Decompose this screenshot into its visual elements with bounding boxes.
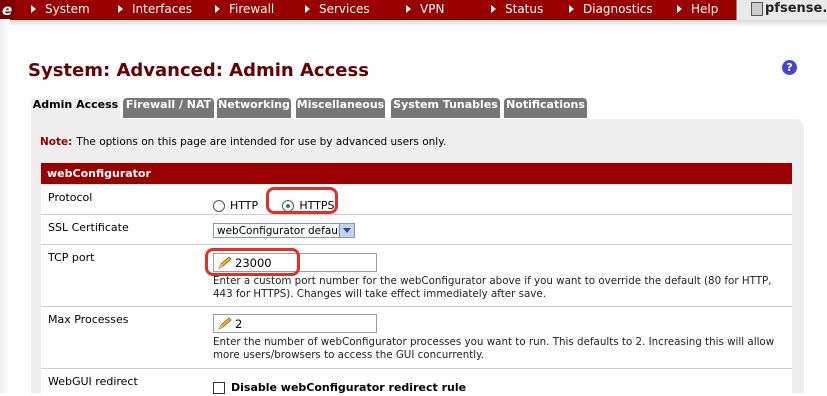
- nav-item-services[interactable]: Services: [305, 0, 370, 19]
- note-text: The options on this page are intended fo…: [76, 136, 447, 148]
- hostname-label: pfsense.s: [765, 1, 827, 16]
- tcp-port-label: TCP port: [48, 251, 95, 264]
- tcp-port-row: TCP port 23000 Enter a custom port numbe…: [41, 245, 792, 307]
- nav-item-system[interactable]: System: [31, 0, 90, 19]
- max-processes-label: Max Processes: [48, 313, 129, 326]
- ssl-certificate-select[interactable]: webConfigurator default: [213, 223, 355, 238]
- nav-item-interfaces[interactable]: Interfaces: [118, 0, 192, 19]
- tcp-port-help: Enter a custom port number for the webCo…: [213, 275, 772, 300]
- protocol-http-label: HTTP: [230, 199, 259, 212]
- section-header-webconfigurator: webConfigurator: [41, 163, 792, 184]
- nav-item-firewall[interactable]: Firewall: [215, 0, 274, 19]
- max-processes-help: Enter the number of webConfigurator proc…: [213, 336, 775, 361]
- ssl-certificate-label: SSL Certificate: [48, 221, 129, 234]
- webgui-redirect-label: WebGUI redirect: [48, 375, 138, 388]
- nav-item-help[interactable]: Help: [677, 0, 718, 19]
- tab-networking[interactable]: Networking: [217, 98, 291, 118]
- note: Note: The options on this page are intend…: [40, 136, 446, 148]
- page-title: System: Advanced: Admin Access: [28, 60, 369, 81]
- help-icon[interactable]: ?: [782, 60, 797, 75]
- nav-arrow-icon: [491, 5, 496, 13]
- tab-notifications[interactable]: Notifications: [504, 98, 587, 118]
- nav-arrow-icon: [569, 5, 574, 13]
- tcp-port-highlight: [205, 248, 300, 276]
- https-highlight: [266, 187, 338, 214]
- note-label: Note:: [40, 136, 73, 148]
- nav-item-vpn[interactable]: VPN: [406, 0, 444, 19]
- hostname-tab: pfsense.s: [736, 0, 827, 22]
- protocol-http-radio[interactable]: [213, 199, 225, 212]
- nav-arrow-icon: [118, 5, 123, 13]
- top-nav-bar: e System Interfaces Firewall Services VP…: [0, 0, 827, 30]
- nav-item-status[interactable]: Status: [491, 0, 543, 19]
- ssl-certificate-value: webConfigurator default: [217, 225, 345, 237]
- tab-admin-access[interactable]: Admin Access: [31, 98, 120, 120]
- pencil-icon: [218, 317, 232, 330]
- nav-arrow-icon: [215, 5, 220, 13]
- nav-arrow-icon: [677, 5, 682, 13]
- tab-firewall-nat[interactable]: Firewall / NAT: [123, 98, 214, 118]
- nav-item-diagnostics[interactable]: Diagnostics: [569, 0, 653, 19]
- nav-arrow-icon: [31, 5, 36, 13]
- disable-redirect-checkbox[interactable]: [213, 381, 225, 394]
- nav-arrow-icon: [305, 5, 310, 13]
- tab-miscellaneous[interactable]: Miscellaneous: [296, 98, 385, 118]
- chevron-down-icon[interactable]: [339, 224, 354, 237]
- server-icon: [751, 2, 763, 16]
- max-processes-input[interactable]: 2: [213, 314, 377, 333]
- header-shadow: [0, 20, 827, 27]
- max-processes-value: 2: [235, 317, 243, 331]
- disable-redirect-label[interactable]: Disable webConfigurator redirect rule: [231, 381, 466, 394]
- webgui-redirect-field: Disable webConfigurator redirect rule: [213, 377, 466, 396]
- left-edge: [0, 19, 10, 393]
- nav-arrow-icon: [406, 5, 411, 13]
- ssl-certificate-row: SSL Certificate webConfigurator default: [41, 215, 792, 245]
- protocol-row: Protocol HTTP HTTPS: [41, 185, 792, 215]
- max-processes-row: Max Processes 2 Enter the number of webC…: [41, 307, 792, 369]
- tab-system-tunables[interactable]: System Tunables: [391, 98, 500, 118]
- protocol-label: Protocol: [48, 191, 93, 204]
- webgui-redirect-row: WebGUI redirect Disable webConfigurator …: [41, 369, 792, 395]
